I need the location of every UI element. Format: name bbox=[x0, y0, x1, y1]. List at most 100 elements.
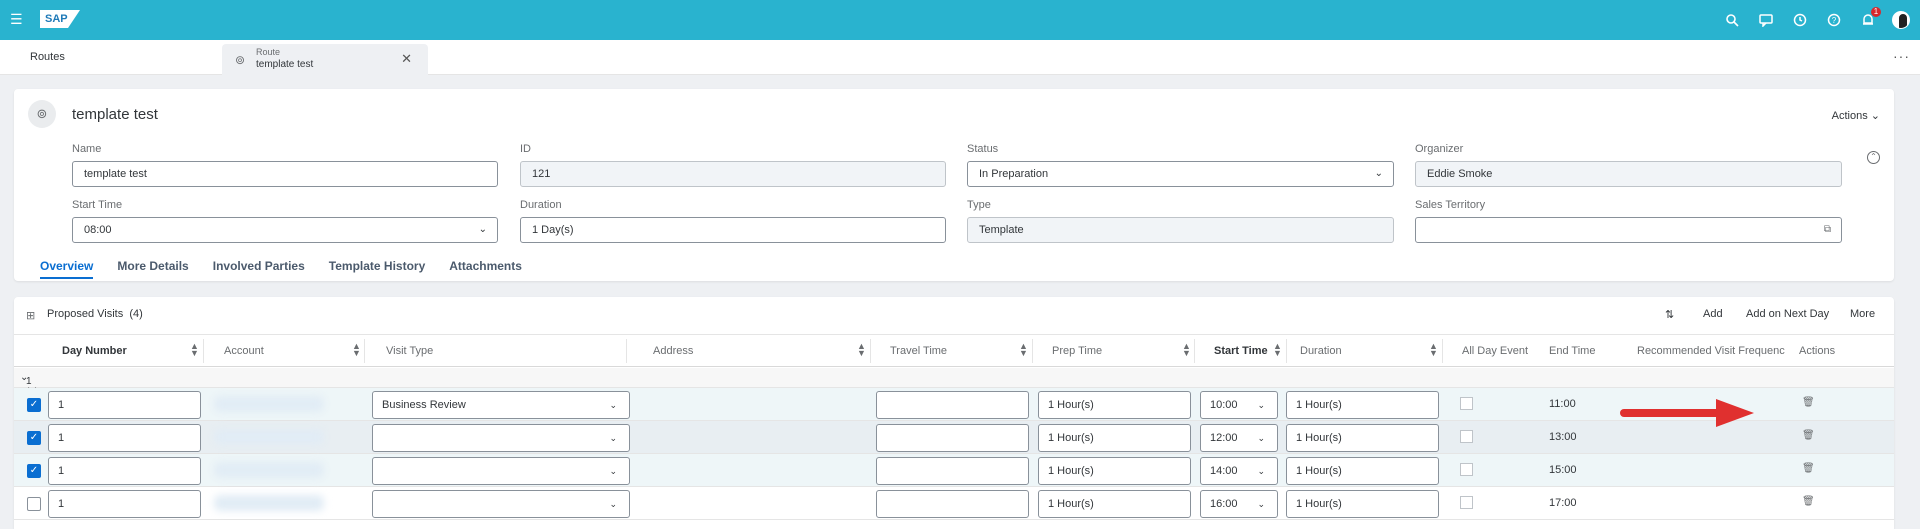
sort-arrows-icon[interactable]: ▲ ▼ bbox=[1273, 342, 1282, 358]
page-title: template test bbox=[72, 106, 158, 123]
duration-input[interactable]: 1 Hour(s) bbox=[1286, 457, 1439, 485]
duration-input[interactable]: 1 Hour(s) bbox=[1286, 391, 1439, 419]
help-icon[interactable]: ? bbox=[1824, 10, 1844, 30]
col-end-time[interactable]: End Time bbox=[1549, 345, 1595, 357]
chevron-down-icon[interactable]: ⌄ bbox=[609, 491, 617, 517]
chevron-down-icon[interactable]: ⌄ bbox=[609, 458, 617, 484]
duration-input[interactable]: 1 Hour(s) bbox=[1286, 490, 1439, 518]
start-time-select[interactable]: 16:00 ⌄ bbox=[1200, 490, 1278, 518]
sort-arrows-icon[interactable]: ▲ ▼ bbox=[190, 342, 199, 358]
sort-arrows-icon[interactable]: ▲ ▼ bbox=[1429, 342, 1438, 358]
table-row[interactable]: ✓ 1 ⌄ 1 Hour(s) 14:00 ⌄ 1 Hour(s) 15:00 🗑 bbox=[14, 454, 1894, 487]
sort-arrows-icon[interactable]: ▲ ▼ bbox=[1019, 342, 1028, 358]
col-recommended-visit-frequency[interactable]: Recommended Visit Frequenc bbox=[1637, 345, 1785, 357]
name-field[interactable]: template test bbox=[72, 161, 498, 187]
close-icon[interactable]: ✕ bbox=[401, 51, 412, 67]
collapse-header-icon[interactable]: ⌃ bbox=[1867, 151, 1880, 164]
travel-time-input[interactable] bbox=[876, 457, 1029, 485]
chevron-down-icon[interactable]: ⌄ bbox=[1257, 491, 1265, 517]
tab-overview[interactable]: Overview bbox=[40, 259, 94, 279]
prep-time-input[interactable]: 1 Hour(s) bbox=[1038, 424, 1191, 452]
visit-type-select[interactable]: ⌄ bbox=[372, 457, 630, 485]
more-button[interactable]: More bbox=[1850, 308, 1875, 320]
search-icon[interactable] bbox=[1722, 10, 1742, 30]
chevron-down-icon[interactable]: ⌄ bbox=[1375, 162, 1383, 186]
row-checkbox[interactable]: ✓ bbox=[27, 464, 41, 478]
duration-field[interactable]: 1 Day(s) bbox=[520, 217, 946, 243]
day-number-value: 1 bbox=[58, 399, 65, 411]
tab-attachments[interactable]: Attachments bbox=[449, 259, 522, 279]
chevron-down-icon[interactable]: ⌄ bbox=[609, 392, 617, 418]
col-visit-type[interactable]: Visit Type bbox=[386, 345, 433, 357]
visit-type-select[interactable]: ⌄ bbox=[372, 490, 630, 518]
travel-time-input[interactable] bbox=[876, 424, 1029, 452]
notifications-icon[interactable]: 1 bbox=[1858, 7, 1881, 30]
sort-arrows-icon[interactable]: ▲ ▼ bbox=[1182, 342, 1191, 358]
tab-route-template-test[interactable]: ⊚ Route template test ✕ bbox=[222, 44, 428, 75]
chat-icon[interactable] bbox=[1756, 10, 1776, 30]
chevron-down-icon[interactable]: ⌄ bbox=[1257, 458, 1265, 484]
chevron-down-icon[interactable]: ⌄ bbox=[1257, 425, 1265, 451]
day-number-input[interactable]: 1 bbox=[48, 424, 201, 452]
start-time-select[interactable]: 12:00 ⌄ bbox=[1200, 424, 1278, 452]
tab-template-history[interactable]: Template History bbox=[329, 259, 425, 279]
col-prep-time[interactable]: Prep Time bbox=[1052, 345, 1102, 357]
sort-icon[interactable]: ⇅ bbox=[1665, 308, 1674, 321]
all-day-event-checkbox[interactable] bbox=[1460, 430, 1473, 443]
col-account[interactable]: Account bbox=[224, 345, 264, 357]
all-day-event-checkbox[interactable] bbox=[1460, 463, 1473, 476]
travel-time-input[interactable] bbox=[876, 490, 1029, 518]
prep-time-input[interactable]: 1 Hour(s) bbox=[1038, 457, 1191, 485]
chevron-down-icon[interactable]: ⌄ bbox=[1257, 392, 1265, 418]
row-checkbox[interactable]: ✓ bbox=[27, 431, 41, 445]
prep-time-input[interactable]: 1 Hour(s) bbox=[1038, 490, 1191, 518]
user-avatar[interactable] bbox=[1892, 11, 1910, 29]
status-select[interactable]: In Preparation ⌄ bbox=[967, 161, 1394, 187]
actions-menu-button[interactable]: Actions ⌄ bbox=[1832, 109, 1880, 122]
col-all-day-event[interactable]: All Day Event bbox=[1462, 345, 1528, 357]
tab-routes[interactable]: Routes bbox=[30, 51, 65, 63]
all-day-event-checkbox[interactable] bbox=[1460, 397, 1473, 410]
table-row[interactable]: ✓ 1 Business Review ⌄ 1 Hour(s) 10:00 ⌄ 1 … bbox=[14, 388, 1894, 421]
col-start-time[interactable]: Start Time bbox=[1214, 345, 1268, 357]
day-number-input[interactable]: 1 bbox=[48, 457, 201, 485]
tab-more-details[interactable]: More Details bbox=[117, 259, 188, 279]
overflow-icon[interactable]: ··· bbox=[1893, 48, 1910, 64]
chevron-down-icon[interactable]: ⌄ bbox=[479, 218, 487, 242]
row-checkbox[interactable] bbox=[27, 497, 41, 511]
add-button[interactable]: Add bbox=[1703, 308, 1723, 320]
col-travel-time[interactable]: Travel Time bbox=[890, 345, 947, 357]
col-duration[interactable]: Duration bbox=[1300, 345, 1342, 357]
visit-type-select[interactable]: ⌄ bbox=[372, 424, 630, 452]
delete-icon[interactable]: 🗑 bbox=[1802, 496, 1815, 507]
tab-involved-parties[interactable]: Involved Parties bbox=[213, 259, 305, 279]
start-time-select[interactable]: 08:00 ⌄ bbox=[72, 217, 498, 243]
group-header-row[interactable]: ⌄ 1 (4) bbox=[14, 368, 1894, 398]
table-row[interactable]: 1 ⌄ 1 Hour(s) 16:00 ⌄ 1 Hour(s) 17:00 🗑 bbox=[14, 487, 1894, 520]
sap-logo[interactable]: SAP bbox=[40, 10, 80, 28]
col-address[interactable]: Address bbox=[653, 345, 693, 357]
visit-type-select[interactable]: Business Review ⌄ bbox=[372, 391, 630, 419]
chevron-down-icon[interactable]: ⌄ bbox=[609, 425, 617, 451]
sales-territory-field[interactable]: ⧉ bbox=[1415, 217, 1842, 243]
add-next-day-button[interactable]: Add on Next Day bbox=[1746, 308, 1829, 320]
sort-arrows-icon[interactable]: ▲ ▼ bbox=[857, 342, 866, 358]
start-time-select[interactable]: 14:00 ⌄ bbox=[1200, 457, 1278, 485]
duration-input[interactable]: 1 Hour(s) bbox=[1286, 424, 1439, 452]
table-row[interactable]: ✓ 1 ⌄ 1 Hour(s) 12:00 ⌄ 1 Hour(s) 13:00 🗑 bbox=[14, 421, 1894, 454]
delete-icon[interactable]: 🗑 bbox=[1802, 397, 1815, 408]
value-help-icon[interactable]: ⧉ bbox=[1824, 218, 1831, 242]
sort-arrows-icon[interactable]: ▲ ▼ bbox=[352, 342, 361, 358]
all-day-event-checkbox[interactable] bbox=[1460, 496, 1473, 509]
delete-icon[interactable]: 🗑 bbox=[1802, 430, 1815, 441]
prep-time-input[interactable]: 1 Hour(s) bbox=[1038, 391, 1191, 419]
day-number-input[interactable]: 1 bbox=[48, 391, 201, 419]
travel-time-input[interactable] bbox=[876, 391, 1029, 419]
row-checkbox[interactable]: ✓ bbox=[27, 398, 41, 412]
col-day-number[interactable]: Day Number bbox=[62, 345, 127, 357]
menu-icon[interactable]: ☰ bbox=[10, 12, 24, 26]
history-icon[interactable] bbox=[1790, 10, 1810, 30]
start-time-select[interactable]: 10:00 ⌄ bbox=[1200, 391, 1278, 419]
day-number-input[interactable]: 1 bbox=[48, 490, 201, 518]
delete-icon[interactable]: 🗑 bbox=[1802, 463, 1815, 474]
